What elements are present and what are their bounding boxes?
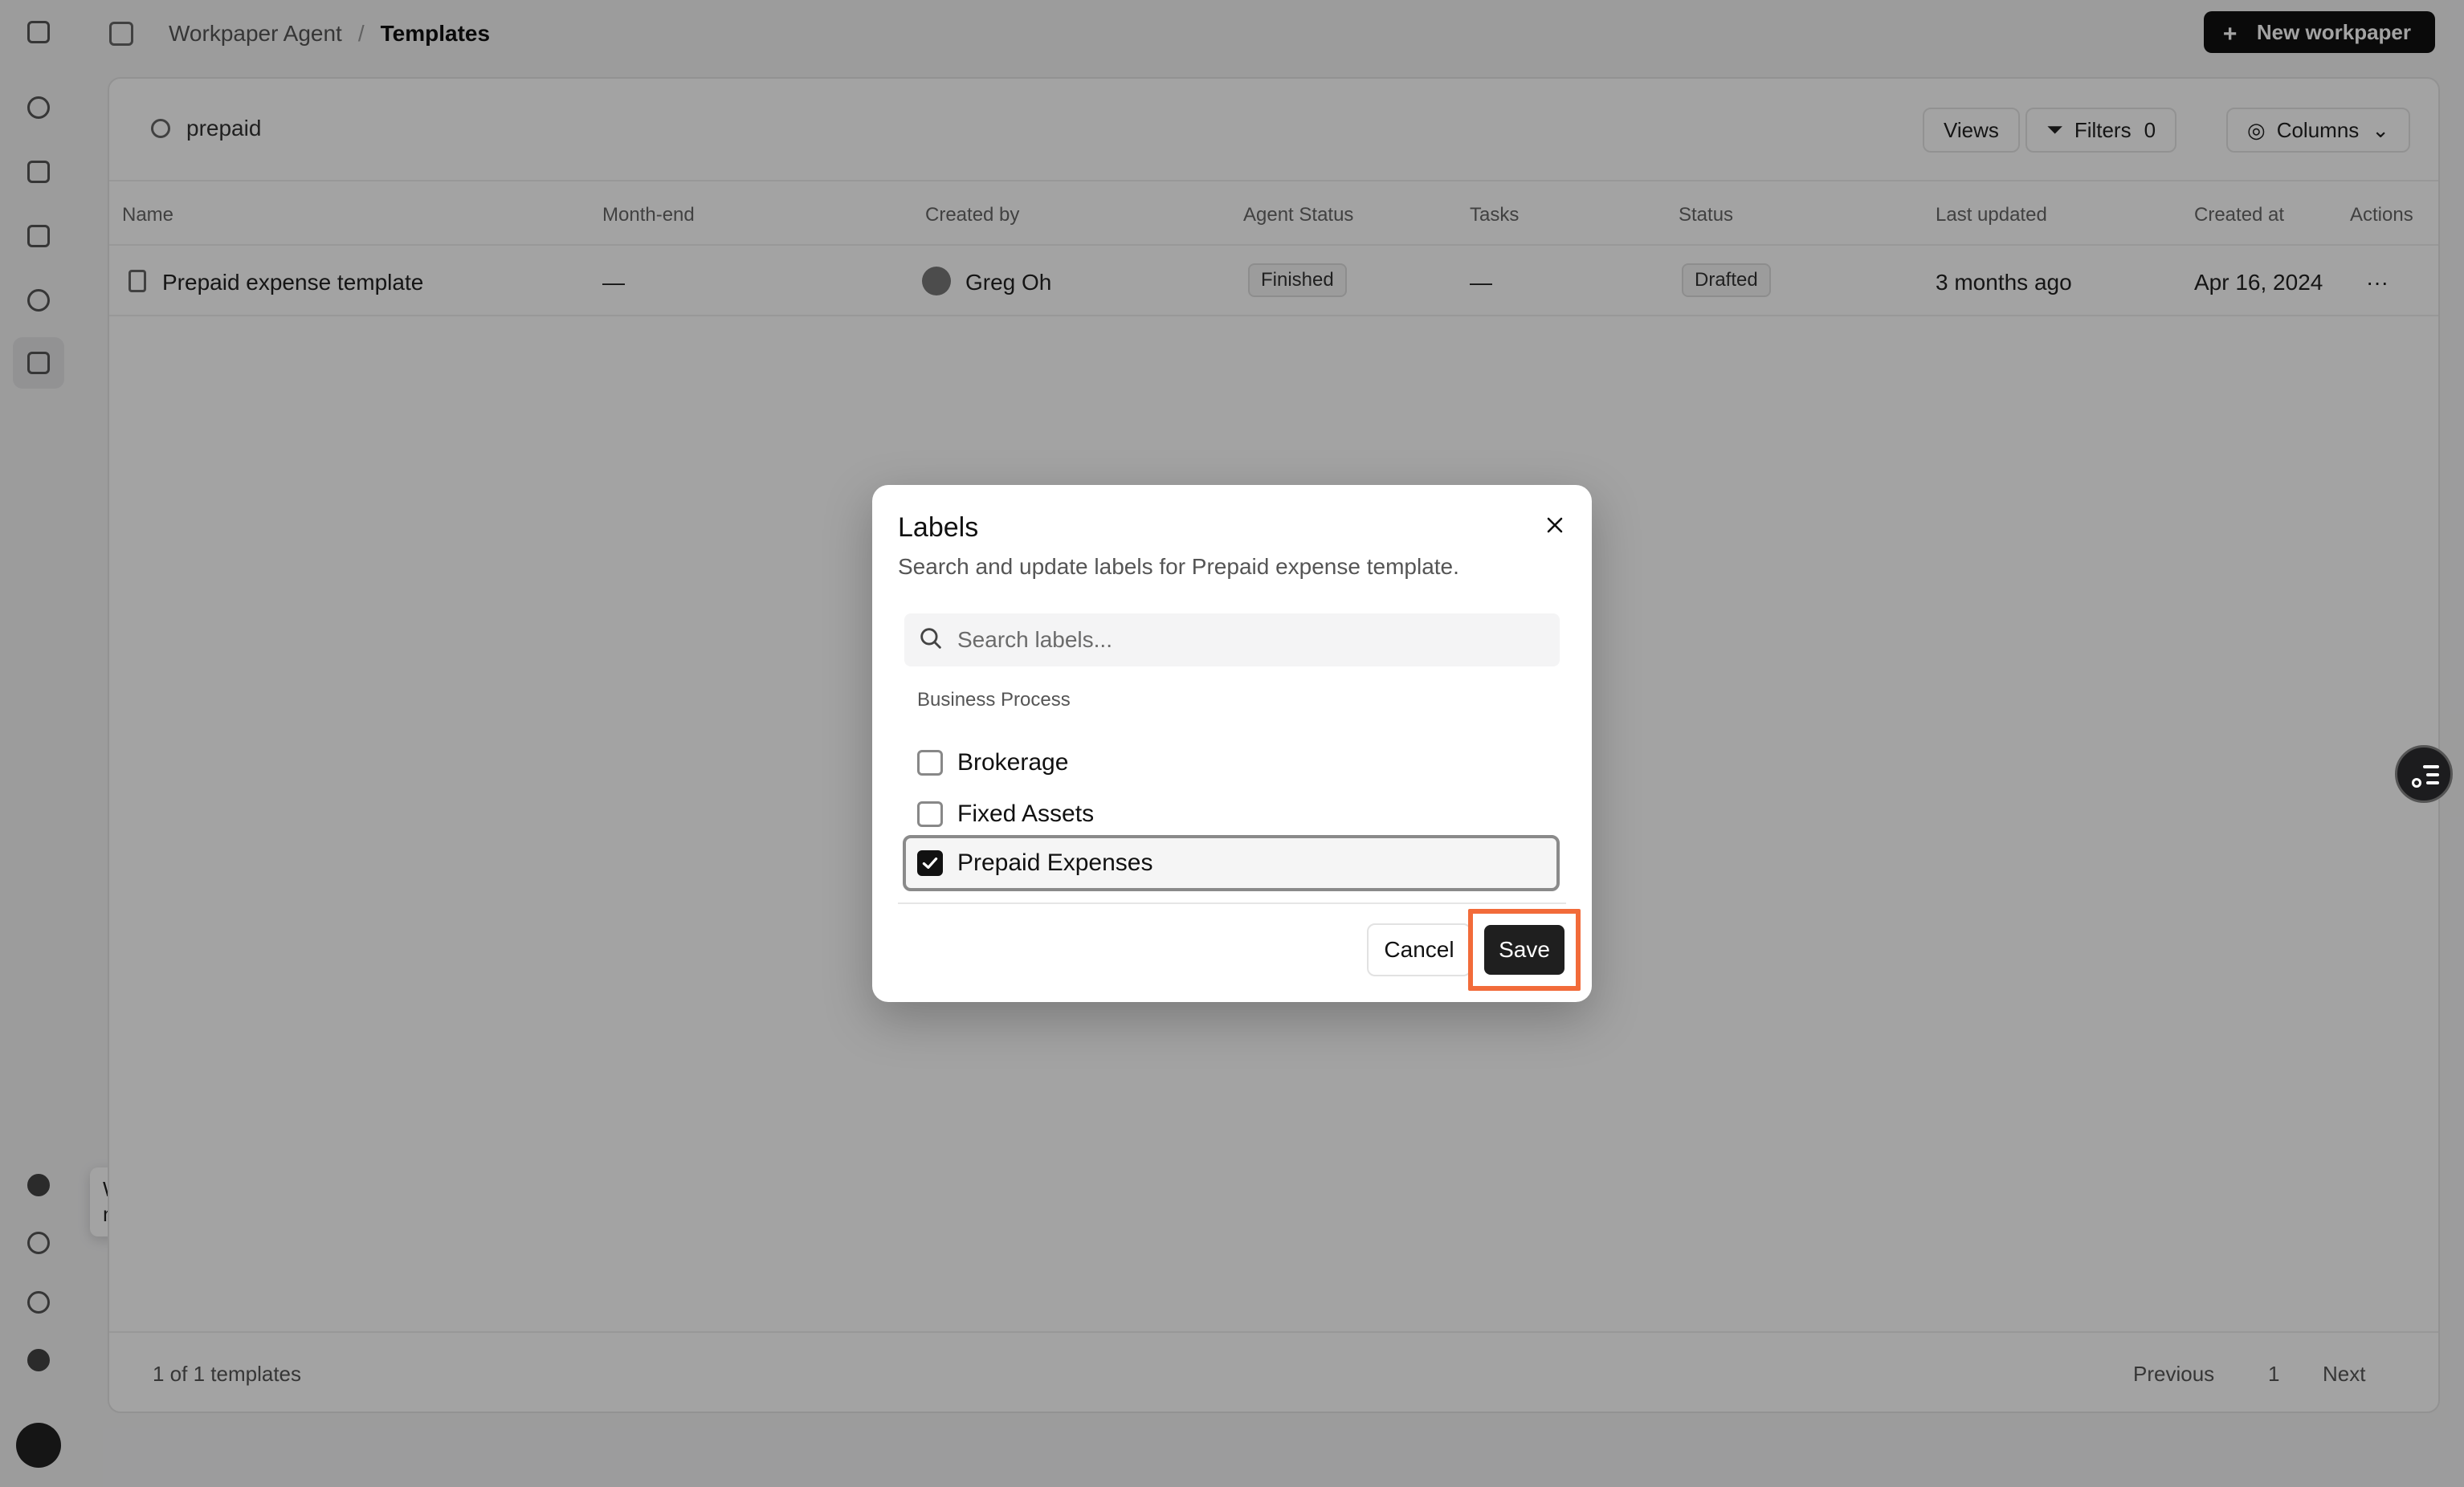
- close-icon: [1547, 517, 1563, 533]
- dialog-title: Labels: [898, 512, 979, 543]
- checkbox[interactable]: [917, 750, 943, 776]
- checkmark-icon: [922, 857, 938, 870]
- close-button[interactable]: [1537, 507, 1573, 543]
- cancel-button[interactable]: Cancel: [1367, 923, 1471, 976]
- label-option-text: Prepaid Expenses: [957, 849, 1153, 876]
- list-line: [2423, 765, 2439, 768]
- labels-search: [904, 613, 1560, 666]
- labels-search-input[interactable]: [956, 613, 1542, 666]
- labels-dialog: Labels Search and update labels for Prep…: [872, 485, 1592, 1002]
- assistant-icon: [2412, 778, 2421, 788]
- save-button[interactable]: Save: [1484, 925, 1564, 975]
- label-option-prepaid-expenses[interactable]: Prepaid Expenses: [903, 835, 1560, 891]
- label-option-brokerage[interactable]: Brokerage: [903, 737, 1560, 788]
- list-line: [2426, 781, 2439, 784]
- label-option-text: Brokerage: [957, 749, 1069, 776]
- label-option-fixed-assets[interactable]: Fixed Assets: [903, 788, 1560, 840]
- label-option-text: Fixed Assets: [957, 801, 1095, 827]
- dialog-divider: [898, 902, 1566, 904]
- checkbox[interactable]: [917, 850, 943, 876]
- list-line: [2426, 773, 2439, 776]
- search-icon: [920, 628, 941, 649]
- dialog-description: Search and update labels for Prepaid exp…: [898, 554, 1459, 579]
- floating-assistant-button[interactable]: [2395, 745, 2453, 803]
- group-heading: Business Process: [917, 689, 1071, 711]
- checkbox[interactable]: [917, 801, 943, 827]
